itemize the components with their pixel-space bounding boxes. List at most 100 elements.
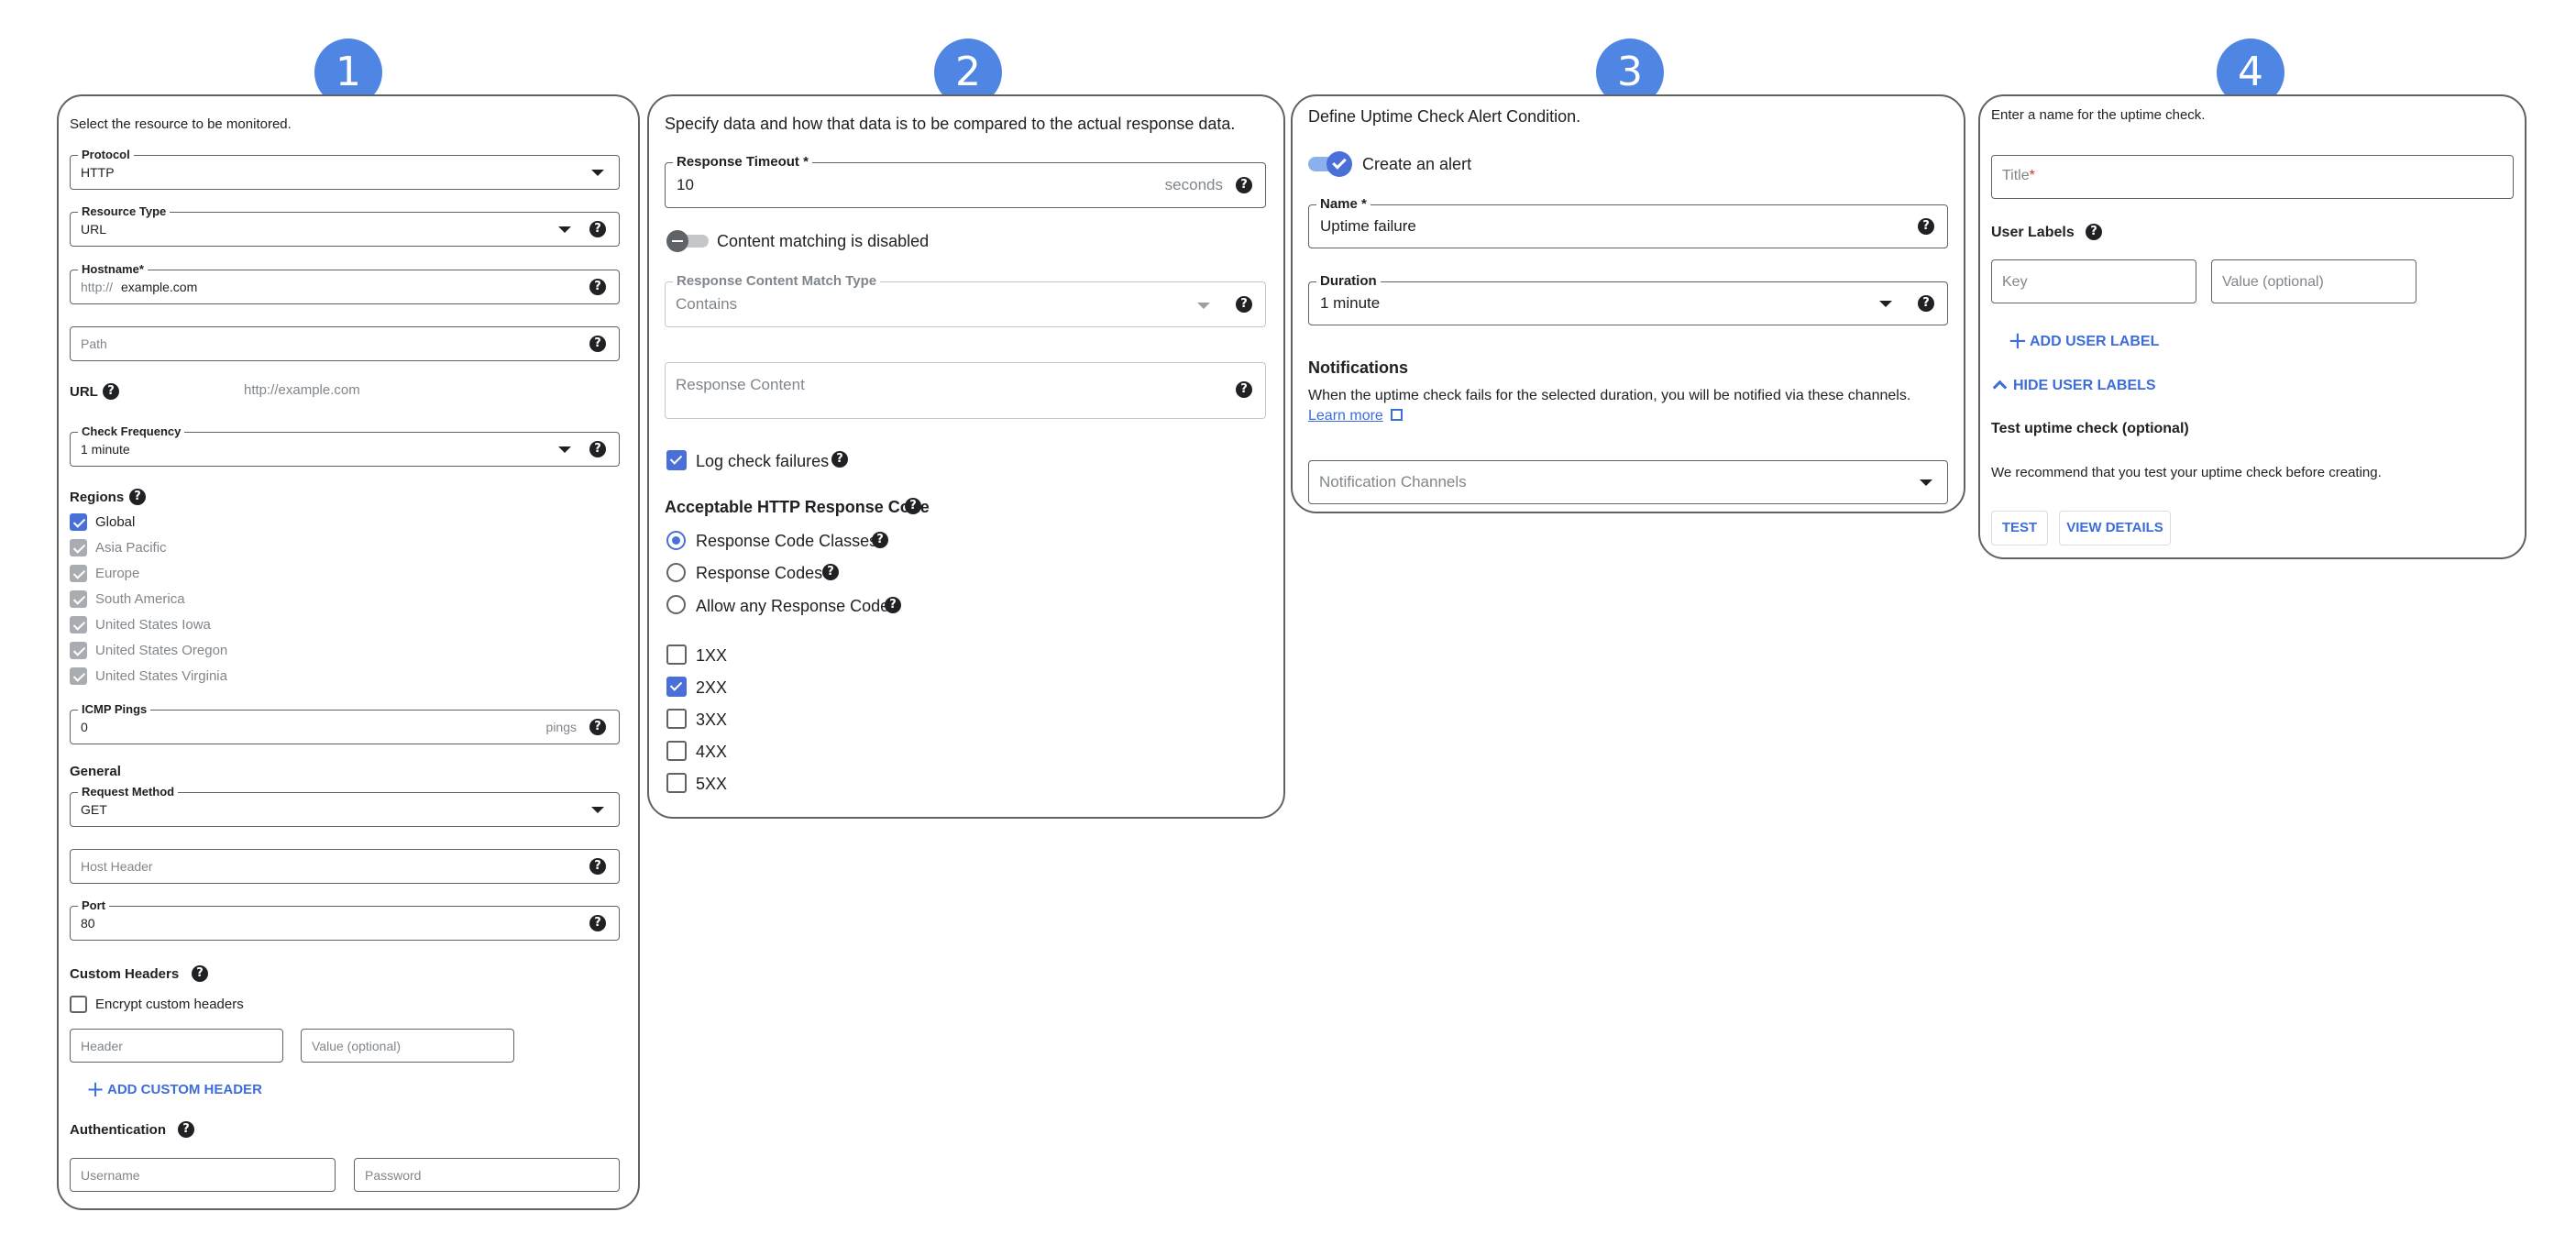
code-class-checkbox-2xx[interactable] (666, 677, 687, 697)
title-field[interactable]: Title* (1991, 155, 2514, 199)
alert-name-field[interactable]: Name * Uptime failure ? (1308, 196, 1948, 248)
chevron-down-icon (591, 170, 604, 176)
resource-type-select[interactable]: Resource Type URL ? (70, 204, 620, 247)
code-class-checkbox-4xx[interactable] (666, 741, 687, 761)
label-value-placeholder: Value (optional) (2222, 274, 2324, 290)
code-class-label: 4XX (696, 743, 728, 761)
hostname-field[interactable]: Hostname* http:// example.com ? (70, 262, 620, 304)
log-failures-checkbox[interactable] (666, 450, 687, 470)
region-label: South America (95, 591, 185, 607)
region-checkbox-us-iowa[interactable] (70, 616, 87, 634)
learn-more-label: Learn more (1308, 408, 1383, 424)
help-icon[interactable]: ? (589, 336, 606, 352)
radio-allow-any-code[interactable] (666, 595, 686, 614)
help-icon[interactable]: ? (589, 221, 606, 237)
header-name-input[interactable]: Header (70, 1029, 283, 1063)
duration-value: 1 minute (1320, 294, 1381, 312)
notifications-description: When the uptime check fails for the sele… (1308, 388, 1911, 403)
help-icon[interactable]: ? (589, 441, 606, 457)
help-icon[interactable]: ? (1236, 296, 1252, 313)
url-label: URL (70, 384, 98, 400)
check-frequency-select[interactable]: Check Frequency 1 minute ? (70, 424, 620, 467)
help-icon[interactable]: ? (589, 915, 606, 931)
help-icon[interactable]: ? (2086, 224, 2102, 240)
label-key-input[interactable]: Key (1991, 259, 2196, 303)
help-icon[interactable]: ? (589, 858, 606, 875)
response-timeout-field[interactable]: Response Timeout * 10 seconds ? (665, 154, 1266, 208)
host-header-field[interactable]: Host Header ? (70, 849, 620, 884)
required-mark: * (2029, 168, 2035, 183)
port-label: Port (78, 898, 109, 913)
content-matching-label: Content matching is disabled (717, 232, 930, 250)
duration-select[interactable]: Duration 1 minute ? (1308, 273, 1948, 325)
region-checkbox-us-oregon[interactable] (70, 642, 87, 659)
region-checkbox-us-virginia[interactable] (70, 667, 87, 685)
username-input[interactable]: Username (70, 1158, 336, 1192)
notifications-heading: Notifications (1308, 358, 1409, 377)
region-label: Asia Pacific (95, 540, 167, 556)
help-icon[interactable]: ? (589, 279, 606, 295)
help-icon[interactable]: ? (178, 1121, 194, 1138)
region-checkbox-asia-pacific[interactable] (70, 539, 87, 556)
header-value-input[interactable]: Value (optional) (301, 1029, 514, 1063)
acceptable-codes-heading: Acceptable HTTP Response Code (665, 498, 930, 516)
code-class-label: 3XX (696, 711, 728, 729)
code-class-label: 5XX (696, 775, 728, 793)
response-timeout-suffix: seconds (1164, 176, 1223, 193)
create-alert-toggle[interactable] (1308, 151, 1354, 177)
match-type-label: Response Content Match Type (673, 273, 881, 290)
help-icon[interactable]: ? (905, 498, 921, 514)
radio-response-code-classes[interactable] (666, 531, 686, 550)
create-alert-label: Create an alert (1362, 155, 1472, 173)
learn-more-link[interactable]: Learn more (1308, 408, 1404, 428)
help-icon[interactable]: ? (822, 564, 839, 580)
chevron-down-icon (558, 226, 571, 233)
response-content-field[interactable]: Response Content ? (665, 362, 1266, 419)
protocol-select[interactable]: Protocol HTTP (70, 148, 620, 190)
alert-intro: Define Uptime Check Alert Condition. (1308, 107, 1581, 126)
region-checkbox-south-america[interactable] (70, 590, 87, 608)
uptime-details-panel: Enter a name for the uptime check. Title… (1978, 94, 2526, 559)
content-matching-toggle[interactable] (666, 230, 709, 252)
help-icon[interactable]: ? (103, 383, 119, 400)
hide-user-labels-label: HIDE USER LABELS (2013, 378, 2156, 393)
match-type-select[interactable]: Response Content Match Type Contains ? (665, 273, 1266, 327)
help-icon[interactable]: ? (192, 965, 208, 982)
help-icon[interactable]: ? (885, 597, 901, 613)
icmp-pings-field[interactable]: ICMP Pings 0 pings ? (70, 702, 620, 744)
help-icon[interactable]: ? (1918, 218, 1934, 235)
username-placeholder: Username (81, 1168, 140, 1183)
test-button[interactable]: TEST (1991, 511, 2048, 545)
code-class-checkbox-1xx[interactable] (666, 645, 687, 665)
match-type-value: Contains (676, 295, 738, 313)
region-checkbox-europe[interactable] (70, 565, 87, 582)
code-class-label: 1XX (696, 646, 728, 665)
help-icon[interactable]: ? (1236, 177, 1252, 193)
notification-channels-select[interactable]: Notification Channels (1308, 460, 1948, 504)
icmp-pings-value: 0 (81, 720, 88, 734)
help-icon[interactable]: ? (872, 532, 888, 548)
duration-label: Duration (1316, 273, 1381, 290)
region-checkbox-global[interactable] (70, 513, 87, 531)
radio-response-codes[interactable] (666, 563, 686, 582)
label-value-input[interactable]: Value (optional) (2211, 259, 2416, 303)
test-description: We recommend that you test your uptime c… (1991, 465, 2382, 480)
request-method-select[interactable]: Request Method GET (70, 785, 620, 827)
code-class-checkbox-3xx[interactable] (666, 709, 687, 729)
help-icon[interactable]: ? (831, 451, 848, 468)
path-field[interactable]: Path ? (70, 326, 620, 361)
encrypt-headers-checkbox[interactable] (70, 996, 87, 1013)
port-field[interactable]: Port 80 ? (70, 898, 620, 941)
radio-label: Allow any Response Code (696, 597, 890, 615)
port-value: 80 (81, 916, 95, 931)
code-class-checkbox-5xx[interactable] (666, 773, 687, 793)
help-icon[interactable]: ? (1236, 381, 1252, 398)
header-value-placeholder: Value (optional) (312, 1039, 402, 1053)
password-input[interactable]: Password (354, 1158, 620, 1192)
help-icon[interactable]: ? (1918, 295, 1934, 312)
help-icon[interactable]: ? (589, 719, 606, 735)
check-frequency-value: 1 minute (81, 442, 130, 457)
view-details-button[interactable]: VIEW DETAILS (2059, 511, 2171, 545)
help-icon[interactable]: ? (129, 489, 146, 505)
plus-icon: + (86, 1076, 105, 1102)
